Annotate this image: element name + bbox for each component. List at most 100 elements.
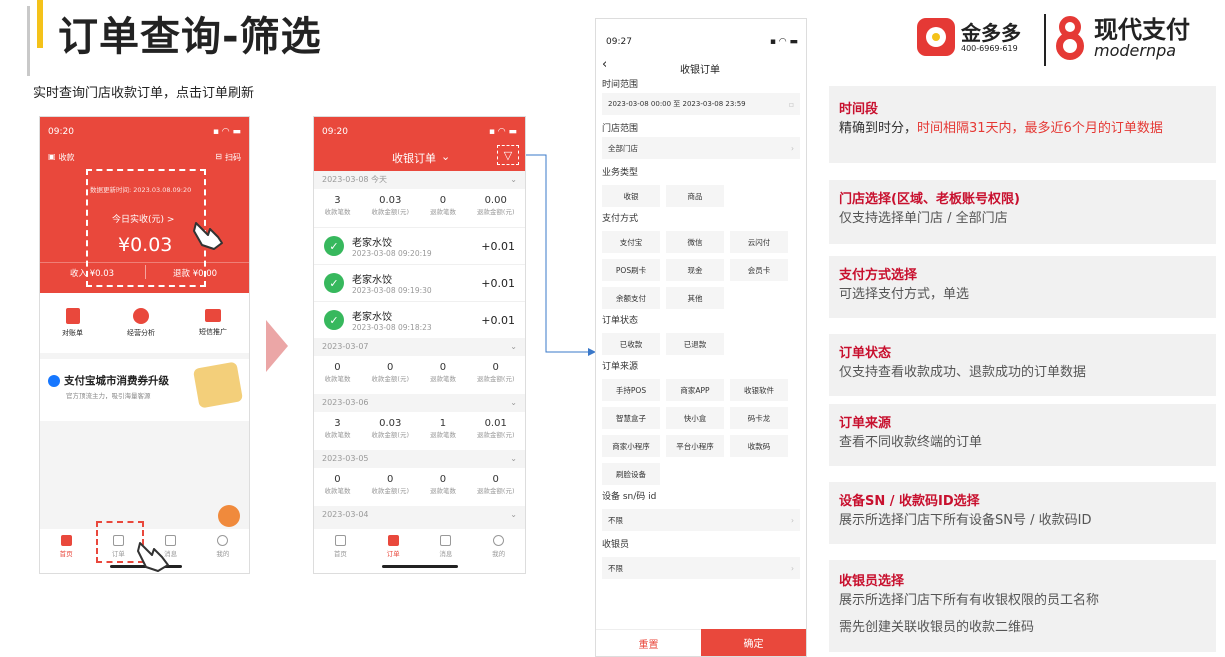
order-row[interactable]: ✓ 老家水饺 2023-03-08 09:20:19 +0.01	[314, 227, 525, 264]
tab-home[interactable]: 首页	[60, 535, 73, 573]
filter-actions: 重置 确定	[596, 629, 806, 656]
pay-method-chip[interactable]: 现金	[666, 259, 724, 281]
hand-cursor-icon	[188, 217, 228, 251]
status-icons-3: ▪ ◠ ▬	[769, 37, 798, 47]
label-cashier: 收银员	[602, 540, 630, 550]
order-store-name: 老家水饺	[352, 275, 392, 286]
confirm-button[interactable]: 确定	[701, 629, 806, 656]
user-icon	[217, 535, 229, 546]
payment-check-icon: ✓	[324, 236, 344, 256]
stat-value: 0	[387, 474, 394, 485]
chevron-right-icon: ›	[791, 563, 794, 573]
stat-label: 收款笔数	[324, 208, 351, 216]
order-source-chip[interactable]: 收银软件	[730, 379, 788, 401]
order-source-chip[interactable]: 智慧盒子	[602, 407, 660, 429]
order-source-chip[interactable]: 商家小程序	[602, 435, 660, 457]
stat-cell: 0 退款金额(元)	[477, 362, 515, 394]
order-group-date[interactable]: 2023-03-08 今天 ⌄	[314, 171, 525, 189]
stat-cell: 1 退款笔数	[430, 418, 456, 450]
explanation-panel: 订单来源 查看不同收款终端的订单	[829, 404, 1216, 466]
tab-home-2[interactable]: 首页	[334, 535, 347, 573]
order-source-chip[interactable]: 码卡龙	[730, 407, 788, 429]
store-field[interactable]: 全部门店 ›	[602, 137, 800, 159]
tab-me-2[interactable]: 我的	[492, 535, 505, 573]
pay-method-chip[interactable]: 其他	[666, 287, 724, 309]
pay-method-chip[interactable]: 会员卡	[730, 259, 788, 281]
chevron-right-icon: ›	[791, 515, 794, 525]
order-group-date[interactable]: 2023-03-04 ⌄	[314, 506, 525, 524]
time-range-field[interactable]: 2023-03-08 00:00 至 2023-03-08 23:59 ▫	[602, 93, 800, 115]
order-row[interactable]: ✓ 老家水饺 2023-03-08 09:18:23 +0.01	[314, 301, 525, 338]
phone-home-screen: 09:20 ▪ ◠ ▬ ▣ 收款 ⊟ 扫码 数据更新时间: 2023.03.08.0…	[39, 116, 250, 574]
stat-cell: 0 退款金额(元)	[477, 474, 515, 506]
order-source-chip[interactable]: 刷脸设备	[602, 463, 660, 485]
calendar-icon: ▫	[788, 99, 794, 109]
stat-value: 0	[439, 474, 447, 485]
order-source-chip[interactable]: 快小盒	[666, 407, 724, 429]
quick-statement[interactable]: 对账单	[62, 308, 83, 338]
stat-label: 退款笔数	[429, 431, 456, 439]
support-float-icon[interactable]	[218, 505, 240, 527]
stat-value: 0	[387, 362, 394, 373]
business-type-options: 收银 商品	[596, 181, 806, 211]
back-icon[interactable]: ‹	[602, 57, 607, 72]
order-group-date[interactable]: 2023-03-05 ⌄	[314, 450, 525, 468]
order-group-date[interactable]: 2023-03-06 ⌄	[314, 394, 525, 412]
scan-icon: ⊟	[215, 152, 222, 161]
filter-button[interactable]: ▽	[497, 145, 519, 165]
brand-logo-jinduoduo: 金多多 400-6969-619	[917, 18, 1021, 56]
stat-label: 收款笔数	[324, 431, 351, 439]
order-status-chip[interactable]: 已收款	[602, 333, 660, 355]
stat-value: 0.03	[379, 418, 402, 429]
stat-value: 0	[439, 362, 447, 373]
sms-icon	[205, 309, 221, 322]
stat-cell: 0.01 退款金额(元)	[477, 418, 515, 450]
pay-method-chip[interactable]: 微信	[666, 231, 724, 253]
device-field[interactable]: 不限 ›	[602, 509, 800, 531]
order-time: 2023-03-08 09:20:19	[352, 249, 432, 258]
order-nav-title[interactable]: 收银订单 ⌄	[392, 150, 450, 166]
pay-method-chip[interactable]: 余额支付	[602, 287, 660, 309]
order-group-date[interactable]: 2023-03-07 ⌄	[314, 338, 525, 356]
label-time-range: 时间范围	[602, 80, 639, 90]
stat-label: 收款金额(元)	[371, 431, 409, 439]
quick-analysis[interactable]: 经营分析	[127, 308, 155, 338]
today-revenue-link[interactable]: 今日实收(元) >	[112, 212, 174, 225]
pay-method-chip[interactable]: POS刷卡	[602, 259, 660, 281]
pay-method-chip[interactable]: 支付宝	[602, 231, 660, 253]
panel-heading: 门店选择(区域、老板账号权限)	[839, 192, 1020, 207]
order-source-chip[interactable]: 收款码	[730, 435, 788, 457]
title-accent-bar	[37, 0, 43, 48]
scan-button[interactable]: ⊟ 扫码	[215, 152, 241, 163]
label-device: 设备 sn/码 id	[602, 492, 657, 502]
collect-button[interactable]: ▣ 收款	[48, 152, 75, 163]
order-groups: 2023-03-08 今天 ⌄ 3 收款笔数 0.03 收款金额(元) 0 退款笔数 0.00 退…	[314, 171, 525, 524]
order-row[interactable]: ✓ 老家水饺 2023-03-08 09:19:30 +0.01	[314, 264, 525, 301]
business-type-chip[interactable]: 商品	[666, 185, 724, 207]
order-source-chip[interactable]: 商家APP	[666, 379, 724, 401]
business-type-chip[interactable]: 收银	[602, 185, 660, 207]
payment-check-icon: ✓	[324, 310, 344, 330]
stat-cell: 0.00 退款金额(元)	[477, 195, 515, 227]
tab-orders-2[interactable]: 订单	[387, 535, 400, 573]
tab-messages-2[interactable]: 消息	[439, 535, 452, 573]
stat-value: 3	[334, 195, 341, 206]
order-source-chip[interactable]: 手持POS	[602, 379, 660, 401]
refund-amount: 退款 ¥0.00	[173, 269, 218, 279]
tab-me[interactable]: 我的	[216, 535, 229, 573]
status-time-2: 09:20	[322, 127, 348, 137]
quick-actions: 对账单 经营分析 短信推广	[40, 293, 249, 353]
order-status-chip[interactable]: 已退款	[666, 333, 724, 355]
stat-value: 0	[492, 474, 499, 485]
quick-sms[interactable]: 短信推广	[199, 309, 227, 337]
order-source-chip[interactable]: 平台小程序	[666, 435, 724, 457]
brand2-name: 现代支付	[1094, 16, 1190, 44]
stat-value: 0.00	[484, 195, 507, 206]
reset-button[interactable]: 重置	[596, 629, 701, 656]
promo-banner[interactable]: 支付宝城市消费券升级 官方顶流主力，吸引海量客源	[40, 359, 249, 421]
stat-cell: 3 收款笔数	[324, 418, 350, 450]
label-order-source: 订单来源	[602, 362, 639, 372]
cashier-field[interactable]: 不限 ›	[602, 557, 800, 579]
pay-method-chip[interactable]: 云闪付	[730, 231, 788, 253]
panel-body: 可选择支付方式，单选	[839, 287, 970, 302]
